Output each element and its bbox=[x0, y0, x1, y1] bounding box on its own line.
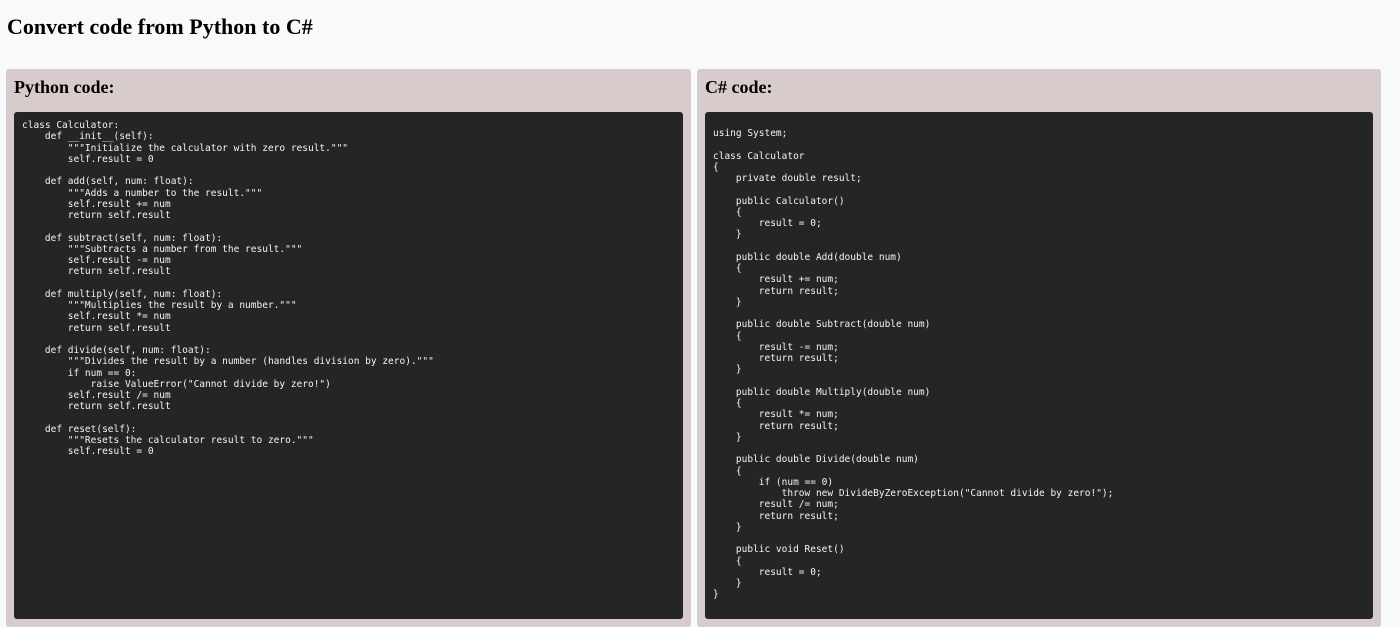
page-title: Convert code from Python to C# bbox=[7, 14, 313, 39]
python-code-panel: Python code: class Calculator: def __ini… bbox=[6, 69, 691, 627]
csharp-code-text[interactable]: using System; class Calculator { private… bbox=[713, 128, 1353, 608]
python-code-heading: Python code: bbox=[14, 77, 115, 97]
csharp-code-panel: C# code: using System; class Calculator … bbox=[697, 69, 1381, 627]
csharp-code-output[interactable]: using System; class Calculator { private… bbox=[705, 112, 1373, 619]
csharp-code-heading: C# code: bbox=[705, 77, 773, 97]
python-code-input[interactable]: class Calculator: def __init__(self): ""… bbox=[22, 120, 662, 610]
python-code-editor[interactable]: class Calculator: def __init__(self): ""… bbox=[14, 112, 683, 619]
